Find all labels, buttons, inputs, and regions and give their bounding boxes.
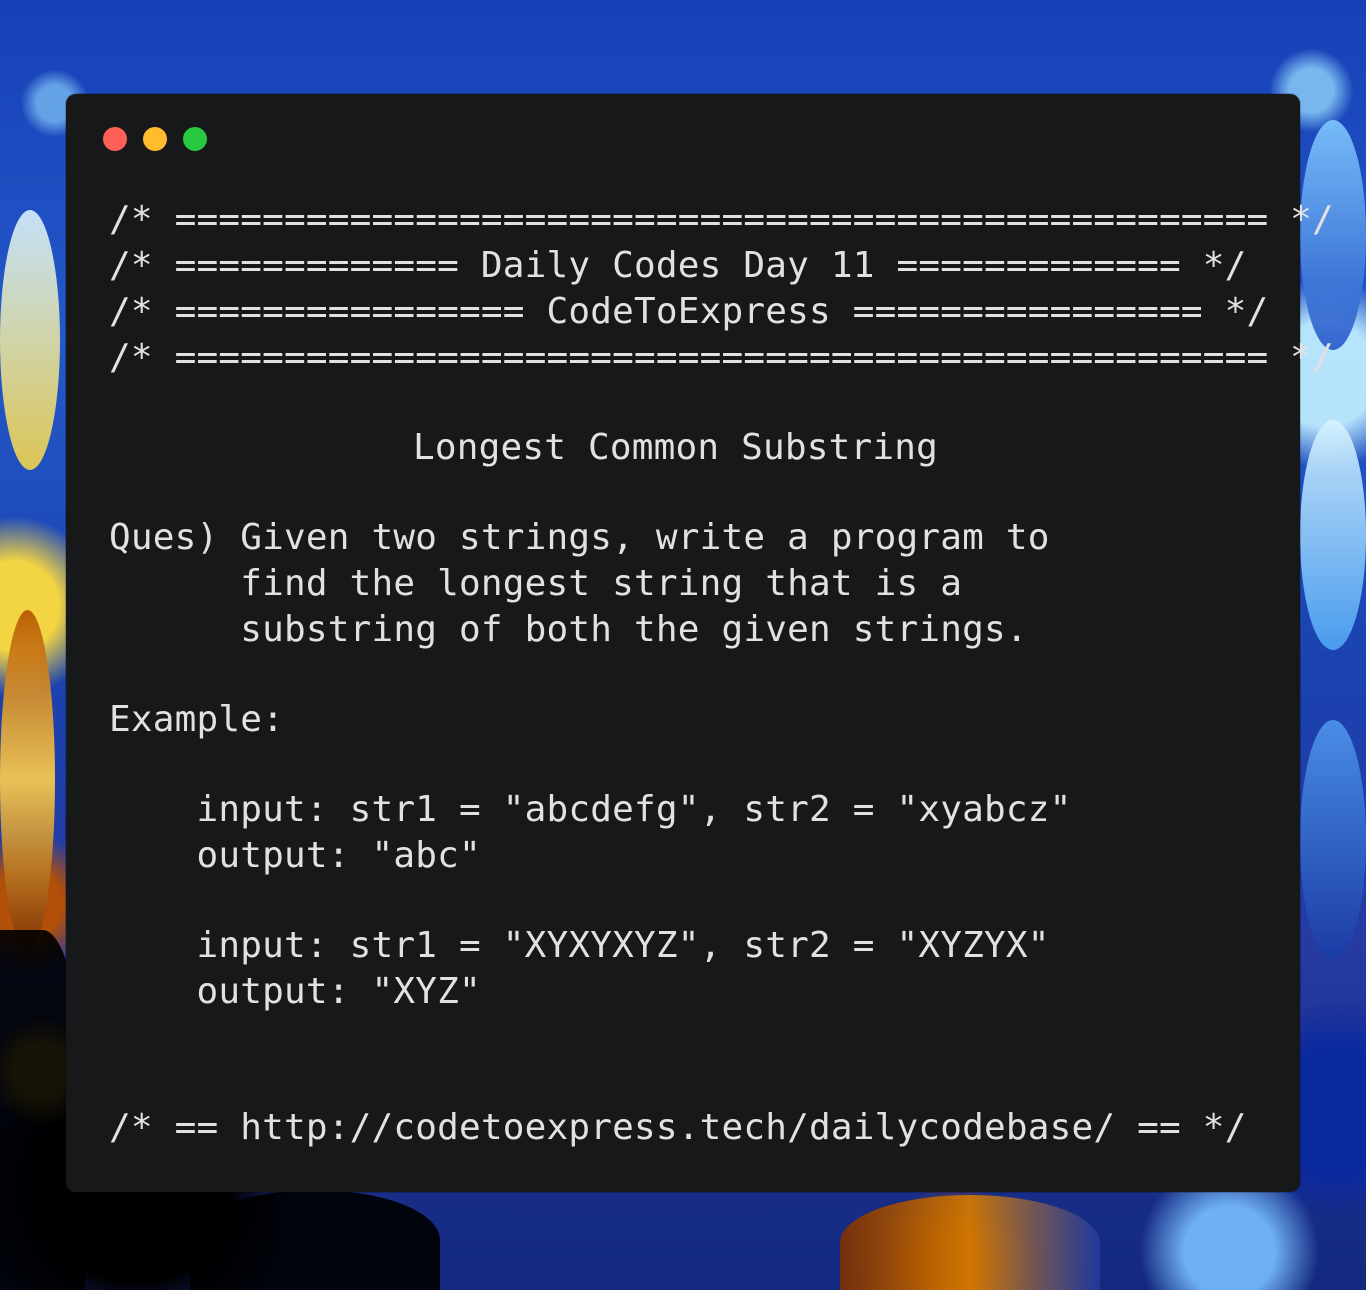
- header-comment-line: /* ================ CodeToExpress ======…: [109, 291, 1269, 332]
- problem-title: Longest Common Substring: [413, 427, 938, 468]
- footer-url-comment: /* == http://codetoexpress.tech/dailycod…: [109, 1107, 1247, 1148]
- background-fractal-accent: [1300, 420, 1366, 650]
- close-window-button[interactable]: [103, 127, 127, 151]
- question-line: find the longest string that is a: [109, 563, 963, 604]
- example-output-line: output: "abc": [109, 835, 481, 876]
- header-comment-line: /* =====================================…: [109, 199, 1334, 240]
- example-input-line: input: str1 = "XYXYXYZ", str2 = "XYZYX": [109, 925, 1050, 966]
- header-comment-line: /* =====================================…: [109, 337, 1334, 378]
- question-line: Ques) Given two strings, write a program…: [109, 517, 1050, 558]
- maximize-window-button[interactable]: [183, 127, 207, 151]
- code-window: /* =====================================…: [66, 94, 1334, 1192]
- example-label: Example:: [109, 699, 284, 740]
- background-fractal-accent: [840, 1195, 1100, 1290]
- background-fractal-accent: [0, 610, 55, 950]
- example-output-line: output: "XYZ": [109, 971, 481, 1012]
- background-fractal-accent: [1300, 720, 1366, 960]
- question-line: substring of both the given strings.: [109, 609, 1028, 650]
- minimize-window-button[interactable]: [143, 127, 167, 151]
- header-comment-line: /* ============= Daily Codes Day 11 ====…: [109, 245, 1247, 286]
- example-input-line: input: str1 = "abcdefg", str2 = "xyabcz": [109, 789, 1072, 830]
- background-fractal-accent: [0, 210, 60, 470]
- background-fractal-accent: [190, 1190, 440, 1290]
